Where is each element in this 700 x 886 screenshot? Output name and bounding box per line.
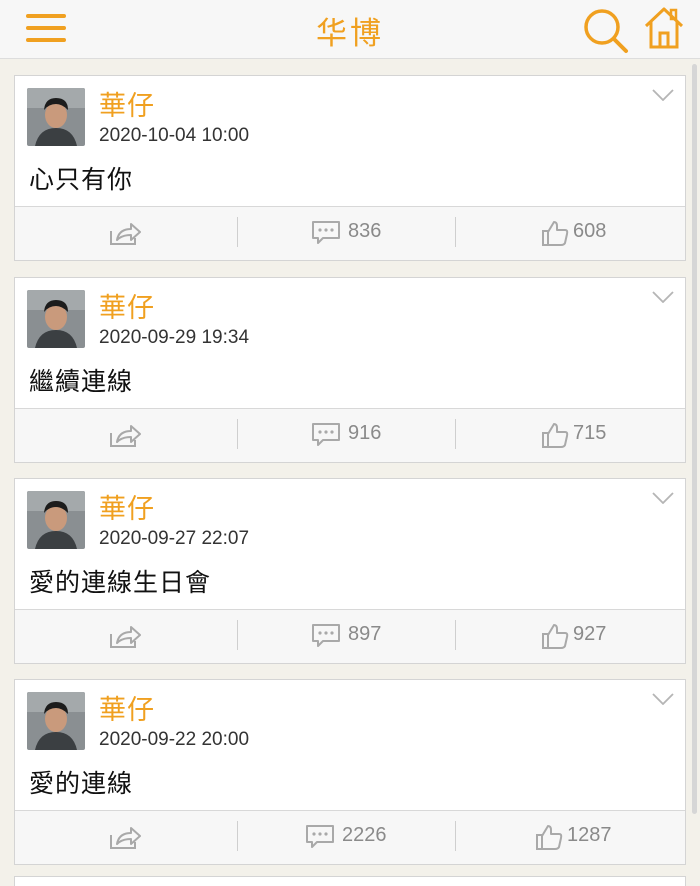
comment-count: 2226	[342, 824, 387, 846]
top-bar: 华博	[0, 0, 700, 59]
comment-icon	[312, 221, 340, 244]
post-card: 華仔 2020-09-22 20:00 愛的連線 2226 1287	[14, 679, 686, 865]
like-button[interactable]: 927	[539, 610, 619, 663]
next-post-card-edge	[14, 876, 686, 886]
post-card: 華仔 2020-09-29 19:34 繼續連線 916 715	[14, 277, 686, 463]
divider	[455, 821, 456, 851]
share-icon	[110, 223, 141, 245]
comment-count: 897	[348, 623, 382, 645]
post-actions: 2226 1287	[15, 810, 685, 864]
scrollbar[interactable]	[692, 64, 697, 814]
avatar[interactable]	[27, 491, 85, 549]
post-actions: 897 927	[15, 609, 685, 663]
timestamp: 2020-09-27 22:07	[99, 528, 250, 549]
divider	[237, 419, 238, 449]
thumbs-up-icon	[536, 825, 563, 850]
post-text: 繼續連線	[29, 367, 134, 396]
share-icon	[110, 827, 141, 849]
timestamp: 2020-09-22 20:00	[99, 729, 250, 750]
like-button[interactable]: 608	[539, 207, 619, 260]
thumbs-up-icon	[542, 221, 569, 246]
post-actions: 836 608	[15, 206, 685, 260]
post-text: 心只有你	[29, 165, 134, 194]
share-icon	[110, 626, 141, 648]
timestamp: 2020-10-04 10:00	[99, 125, 250, 146]
thumbs-up-icon	[542, 624, 569, 649]
post-text: 愛的連線	[29, 769, 134, 798]
comment-icon	[306, 825, 334, 848]
post-card: 華仔 2020-10-04 10:00 心只有你 836 608	[14, 75, 686, 261]
username[interactable]: 華仔	[99, 84, 155, 123]
like-count: 608	[573, 220, 607, 242]
divider	[455, 620, 456, 650]
timestamp: 2020-09-29 19:34	[99, 327, 250, 348]
share-icon	[110, 425, 141, 447]
comment-count: 916	[348, 422, 382, 444]
username[interactable]: 華仔	[99, 688, 155, 727]
like-button[interactable]: 1287	[533, 811, 613, 864]
comment-button[interactable]: 916	[311, 409, 391, 462]
post-actions: 916 715	[15, 408, 685, 462]
comment-count: 836	[348, 220, 382, 242]
divider	[455, 419, 456, 449]
chevron-down-icon[interactable]	[652, 291, 674, 303]
share-button[interactable]	[105, 409, 145, 462]
share-button[interactable]	[105, 811, 145, 864]
avatar[interactable]	[27, 290, 85, 348]
comment-button[interactable]: 2226	[305, 811, 387, 864]
comment-button[interactable]: 836	[311, 207, 391, 260]
comment-icon	[312, 423, 340, 446]
comment-icon	[312, 624, 340, 647]
comment-button[interactable]: 897	[311, 610, 391, 663]
share-button[interactable]	[105, 610, 145, 663]
home-icon[interactable]	[640, 4, 688, 52]
avatar[interactable]	[27, 88, 85, 146]
divider	[237, 620, 238, 650]
like-count: 927	[573, 623, 607, 645]
chevron-down-icon[interactable]	[652, 89, 674, 101]
post-text: 愛的連線生日會	[29, 568, 212, 597]
username[interactable]: 華仔	[99, 487, 155, 526]
share-button[interactable]	[105, 207, 145, 260]
post-card: 華仔 2020-09-27 22:07 愛的連線生日會 897 927	[14, 478, 686, 664]
divider	[237, 821, 238, 851]
chevron-down-icon[interactable]	[652, 492, 674, 504]
chevron-down-icon[interactable]	[652, 693, 674, 705]
divider	[455, 217, 456, 247]
thumbs-up-icon	[542, 423, 569, 448]
divider	[237, 217, 238, 247]
like-count: 715	[573, 422, 607, 444]
like-button[interactable]: 715	[539, 409, 619, 462]
username[interactable]: 華仔	[99, 286, 155, 325]
avatar[interactable]	[27, 692, 85, 750]
search-icon[interactable]	[580, 4, 630, 54]
like-count: 1287	[567, 824, 612, 846]
